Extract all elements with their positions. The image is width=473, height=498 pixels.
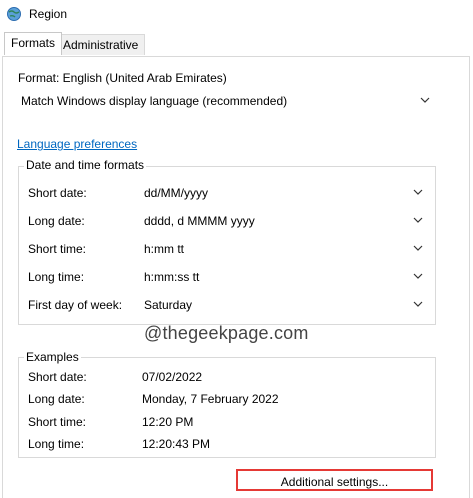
additional-settings-button[interactable]: Additional settings... <box>236 469 433 491</box>
chevron-down-icon <box>413 273 423 279</box>
format-label: Format: English (United Arab Emirates) <box>18 71 227 85</box>
example-long-date-label: Long date: <box>28 392 85 406</box>
chevron-down-icon <box>413 301 423 307</box>
long-date-value: dddd, d MMMM yyyy <box>144 214 255 228</box>
long-time-label: Long time: <box>28 270 85 284</box>
example-short-time-value: 12:20 PM <box>142 415 194 429</box>
short-time-dropdown[interactable]: h:mm tt <box>140 238 430 260</box>
chevron-down-icon <box>413 245 423 251</box>
example-long-date-value: Monday, 7 February 2022 <box>142 392 279 406</box>
short-date-value: dd/MM/yyyy <box>144 186 209 200</box>
example-long-time-value: 12:20:43 PM <box>142 437 211 451</box>
language-preferences-link[interactable]: Language preferences <box>17 137 137 151</box>
example-short-date-label: Short date: <box>28 370 87 384</box>
first-day-of-week-value: Saturday <box>144 298 193 312</box>
tab-formats[interactable]: Formats <box>4 32 63 55</box>
chevron-down-icon <box>413 217 423 223</box>
tab-strip: Formats Administrative <box>0 32 473 56</box>
watermark: @thegeekpage.com <box>144 323 309 343</box>
examples-title: Examples <box>24 350 81 364</box>
short-time-label: Short time: <box>28 242 87 256</box>
long-date-label: Long date: <box>28 214 85 228</box>
first-day-of-week-label: First day of week: <box>28 298 123 312</box>
first-day-of-week-dropdown[interactable]: Saturday <box>140 294 430 316</box>
example-short-date-value: 07/02/2022 <box>142 370 203 384</box>
date-time-formats-title: Date and time formats <box>24 158 147 172</box>
chevron-down-icon <box>413 189 423 195</box>
long-date-dropdown[interactable]: dddd, d MMMM yyyy <box>140 210 430 232</box>
short-time-value: h:mm tt <box>144 242 185 256</box>
tab-administrative[interactable]: Administrative <box>56 34 146 55</box>
example-short-time-label: Short time: <box>28 415 87 429</box>
chevron-down-icon <box>420 97 430 103</box>
long-time-dropdown[interactable]: h:mm:ss tt <box>140 266 430 288</box>
title-bar: Region <box>0 0 473 30</box>
example-long-time-label: Long time: <box>28 437 85 451</box>
format-dropdown-value: Match Windows display language (recommen… <box>21 94 288 108</box>
window-title: Region <box>29 7 68 21</box>
format-dropdown[interactable]: Match Windows display language (recommen… <box>17 90 437 112</box>
short-date-dropdown[interactable]: dd/MM/yyyy <box>140 182 430 204</box>
long-time-value: h:mm:ss tt <box>144 270 200 284</box>
short-date-label: Short date: <box>28 186 87 200</box>
globe-icon <box>7 7 21 21</box>
